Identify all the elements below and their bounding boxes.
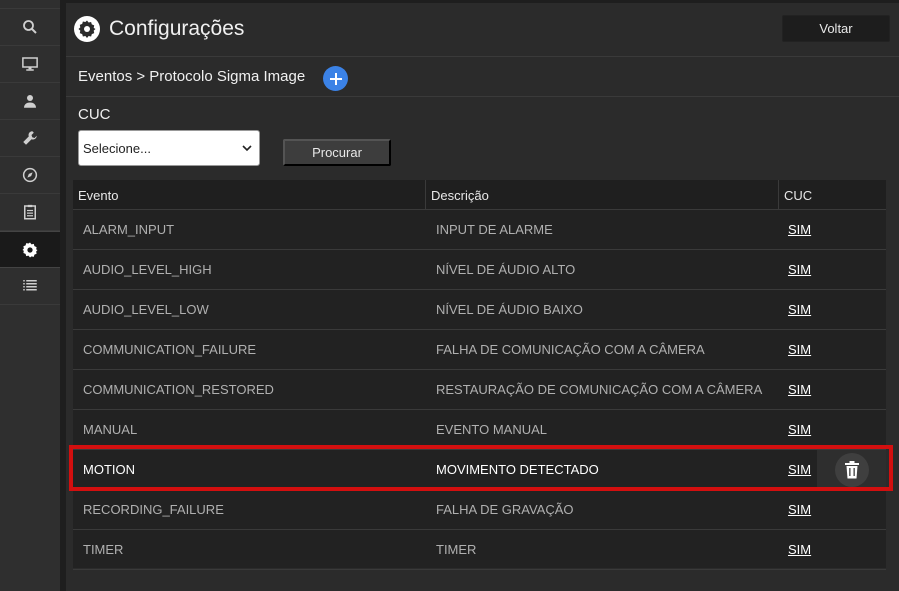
sidebar-item-monitor[interactable]: [0, 46, 60, 83]
events-table: Evento Descrição CUC ALARM_INPUT INPUT DE…: [73, 180, 886, 570]
cuc-select-value: Selecione...: [83, 140, 151, 156]
cuc-link[interactable]: SIM: [788, 502, 811, 517]
event-cell: MANUAL: [83, 422, 138, 437]
sidebar-item-compass[interactable]: [0, 157, 60, 194]
sidebar-item-user[interactable]: [0, 83, 60, 120]
sidebar-item-search[interactable]: [0, 9, 60, 46]
event-cell: RECORDING_FAILURE: [83, 502, 224, 517]
table-row[interactable]: COMMUNICATION_FAILURE FALHA DE COMUNICAÇÃ…: [73, 330, 886, 370]
description-cell: RESTAURAÇÃO DE COMUNICAÇÃO COM A CÂMERA: [436, 382, 763, 397]
cuc-link[interactable]: SIM: [788, 262, 811, 277]
sidebar-item-top[interactable]: [0, 0, 60, 9]
event-cell: COMMUNICATION_RESTORED: [83, 382, 274, 397]
search-button[interactable]: Procurar: [283, 139, 391, 166]
cuc-filter-label: CUC: [78, 106, 111, 123]
cuc-link[interactable]: SIM: [788, 382, 811, 397]
table-header: Evento Descrição CUC: [73, 180, 886, 210]
gear-icon: [22, 242, 38, 257]
search-icon: [23, 20, 37, 34]
event-cell: AUDIO_LEVEL_LOW: [83, 302, 209, 317]
cuc-link[interactable]: SIM: [788, 422, 811, 437]
settings-gear-icon: [74, 16, 100, 42]
page-title: Configurações: [109, 17, 245, 40]
column-divider: [778, 180, 779, 210]
description-cell: MOVIMENTO DETECTADO: [436, 462, 599, 477]
main-content: Configurações Voltar Eventos > Protocolo…: [66, 0, 899, 591]
sidebar: [0, 0, 60, 591]
description-cell: EVENTO MANUAL: [436, 422, 548, 437]
compass-icon: [22, 167, 38, 183]
page-header: Configurações Voltar: [66, 0, 899, 57]
column-header-event: Evento: [78, 188, 119, 203]
list-icon: [23, 280, 37, 291]
description-cell: TIMER: [436, 542, 477, 557]
sidebar-item-clipboard[interactable]: [0, 194, 60, 231]
description-cell: FALHA DE COMUNICAÇÃO COM A CÂMERA: [436, 342, 705, 357]
description-cell: NÍVEL DE ÁUDIO ALTO: [436, 262, 576, 277]
table-row[interactable]: COMMUNICATION_RESTORED RESTAURAÇÃO DE COM…: [73, 370, 886, 410]
chevron-down-icon: [242, 145, 252, 152]
column-divider: [425, 180, 426, 210]
cuc-link[interactable]: SIM: [788, 222, 811, 237]
table-row[interactable]: RECORDING_FAILURE FALHA DE GRAVAÇÃO SIM: [73, 490, 886, 530]
description-cell: INPUT DE ALARME: [436, 222, 553, 237]
breadcrumb: Eventos > Protocolo Sigma Image: [78, 68, 306, 85]
table-row[interactable]: ALARM_INPUT INPUT DE ALARME SIM: [73, 210, 886, 250]
description-cell: FALHA DE GRAVAÇÃO: [436, 502, 574, 517]
event-cell: AUDIO_LEVEL_HIGH: [83, 262, 212, 277]
column-header-cuc: CUC: [784, 188, 813, 203]
table-row[interactable]: MOTION MOVIMENTO DETECTADO SIM: [73, 450, 886, 490]
plus-icon: [329, 72, 342, 85]
breadcrumb-bar: Eventos > Protocolo Sigma Image: [66, 57, 899, 97]
user-icon: [24, 95, 36, 108]
cuc-link[interactable]: SIM: [788, 542, 811, 557]
event-cell: MOTION: [83, 462, 135, 477]
table-row[interactable]: AUDIO_LEVEL_HIGH NÍVEL DE ÁUDIO ALTO SIM: [73, 250, 886, 290]
event-cell: TIMER: [83, 542, 124, 557]
row-actions: [817, 450, 886, 490]
wrench-icon: [23, 131, 37, 145]
table-row[interactable]: TIMER TIMER SIM: [73, 530, 886, 570]
clipboard-icon: [24, 204, 36, 220]
cuc-link[interactable]: SIM: [788, 342, 811, 357]
description-cell: NÍVEL DE ÁUDIO BAIXO: [436, 302, 583, 317]
cuc-link[interactable]: SIM: [788, 462, 811, 477]
delete-button[interactable]: [834, 453, 869, 487]
column-header-description: Descrição: [431, 188, 489, 203]
cuc-select[interactable]: Selecione...: [78, 130, 260, 166]
back-button[interactable]: Voltar: [782, 15, 890, 42]
sidebar-item-list[interactable]: [0, 268, 60, 305]
trash-icon: [844, 461, 859, 479]
event-cell: ALARM_INPUT: [83, 222, 175, 237]
table-row[interactable]: MANUAL EVENTO MANUAL SIM: [73, 410, 886, 450]
event-cell: COMMUNICATION_FAILURE: [83, 342, 257, 357]
table-row[interactable]: AUDIO_LEVEL_LOW NÍVEL DE ÁUDIO BAIXO SIM: [73, 290, 886, 330]
monitor-icon: [22, 57, 38, 71]
sidebar-item-tools[interactable]: [0, 120, 60, 157]
cuc-link[interactable]: SIM: [788, 302, 811, 317]
add-button[interactable]: [323, 66, 348, 91]
sidebar-item-settings[interactable]: [0, 231, 60, 268]
